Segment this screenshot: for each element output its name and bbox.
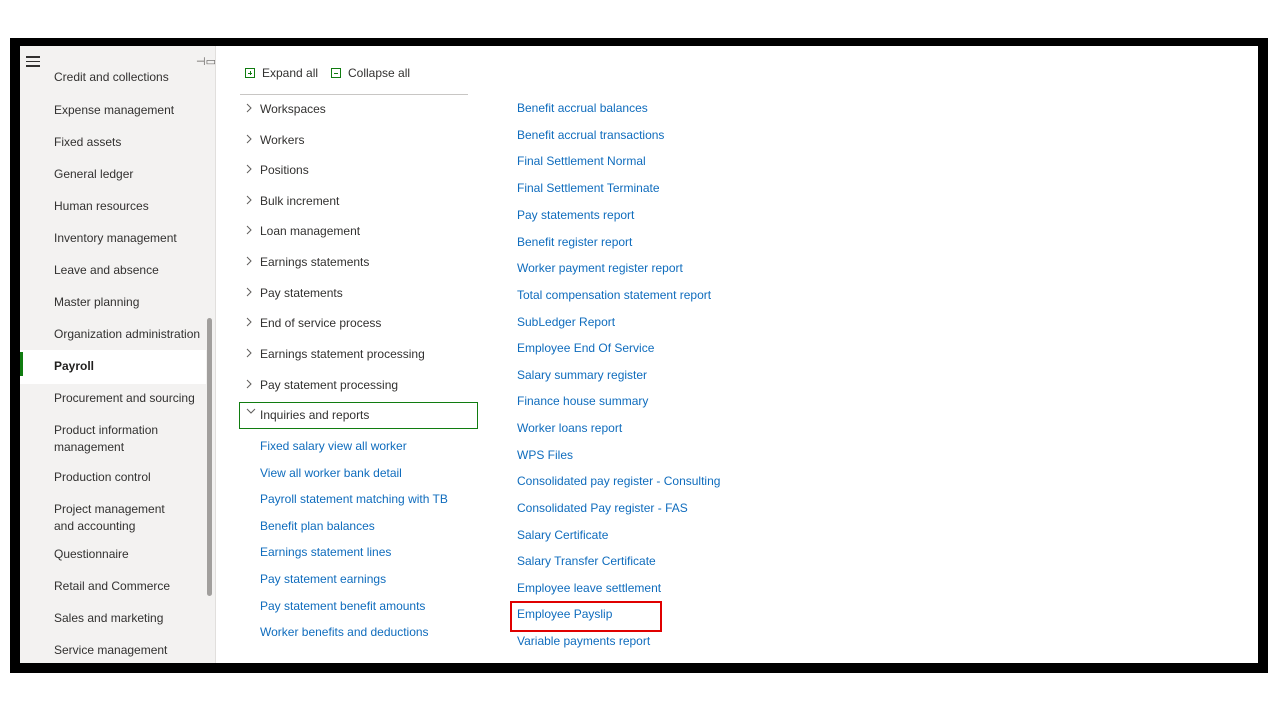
report-link[interactable]: Worker payment register report xyxy=(517,261,683,275)
report-link[interactable]: Final Settlement Normal xyxy=(517,154,646,168)
link-benefit-plan-balances[interactable]: Benefit plan balances xyxy=(260,519,375,533)
sidebar-item-expense-management[interactable]: Expense management xyxy=(54,102,204,119)
chevron-right-icon xyxy=(245,378,255,390)
tree-group-earnings-statements[interactable]: Earnings statements xyxy=(240,252,476,276)
tree-group-label: Workers xyxy=(260,133,305,147)
link-pay-statement-earnings[interactable]: Pay statement earnings xyxy=(260,572,386,586)
report-link[interactable]: Finance house summary xyxy=(517,394,648,408)
tree-group-label: Earnings statement processing xyxy=(260,347,425,361)
link-view-all-worker-bank-detail[interactable]: View all worker bank detail xyxy=(260,466,402,480)
sidebar-item-service-management[interactable]: Service management xyxy=(54,642,204,659)
tree-group-label: Bulk increment xyxy=(260,194,340,208)
chevron-down-icon xyxy=(245,407,256,419)
sidebar-item-project-management-and-accounting[interactable]: Project management and accounting xyxy=(54,501,184,535)
chevron-right-icon xyxy=(245,255,255,267)
active-item-indicator xyxy=(20,352,23,376)
chevron-right-icon xyxy=(245,286,255,298)
report-link[interactable]: Total compensation statement report xyxy=(517,288,711,302)
sidebar-item-product-information-management[interactable]: Product information management xyxy=(54,422,179,456)
app-window: ⊣▭ Credit and collections Expense manage… xyxy=(20,46,1258,663)
toolbar-divider xyxy=(240,94,468,95)
tree-group-inquiries-and-reports[interactable]: Inquiries and reports xyxy=(239,402,478,429)
sidebar-item-procurement-and-sourcing[interactable]: Procurement and sourcing xyxy=(54,390,204,407)
link-payroll-statement-matching[interactable]: Payroll statement matching with TB xyxy=(260,492,448,506)
tree-group-label: Earnings statements xyxy=(260,255,370,269)
report-link[interactable]: Benefit accrual balances xyxy=(517,101,648,115)
report-link[interactable]: Benefit register report xyxy=(517,235,632,249)
sidebar-item-credit-and-collections[interactable]: Credit and collections xyxy=(54,69,204,81)
sidebar-item-retail-and-commerce[interactable]: Retail and Commerce xyxy=(54,578,204,595)
report-link[interactable]: WPS Files xyxy=(517,448,573,462)
report-link[interactable]: Consolidated pay register - Consulting xyxy=(517,474,720,488)
tree-group-pay-statements[interactable]: Pay statements xyxy=(240,283,476,307)
tree-group-label: Pay statements xyxy=(260,286,343,300)
sidebar-item-organization-administration[interactable]: Organization administration xyxy=(54,326,204,343)
sidebar-item-fixed-assets[interactable]: Fixed assets xyxy=(54,134,204,151)
chevron-right-icon xyxy=(245,316,255,328)
expand-all-label: Expand all xyxy=(262,66,319,80)
sidebar-item-human-resources[interactable]: Human resources xyxy=(54,198,204,215)
report-link[interactable]: Final Settlement Terminate xyxy=(517,181,660,195)
report-link[interactable]: SubLedger Report xyxy=(517,315,615,329)
tree-group-label: Workspaces xyxy=(260,102,326,116)
report-link[interactable]: Employee End Of Service xyxy=(517,341,654,355)
sidebar-scrollbar[interactable] xyxy=(207,318,212,596)
tree-group-bulk-increment[interactable]: Bulk increment xyxy=(240,191,476,215)
sidebar-item-sales-and-marketing[interactable]: Sales and marketing xyxy=(54,610,204,627)
tree-group-label: Inquiries and reports xyxy=(260,408,370,422)
report-link[interactable]: Salary Transfer Certificate xyxy=(517,554,656,568)
tree-group-positions[interactable]: Positions xyxy=(240,160,476,184)
link-earnings-statement-lines[interactable]: Earnings statement lines xyxy=(260,545,391,559)
tree-group-label: End of service process xyxy=(260,316,382,330)
sidebar-item-general-ledger[interactable]: General ledger xyxy=(54,166,204,183)
pin-icon[interactable]: ⊣▭ xyxy=(196,55,215,68)
report-link[interactable]: Worker loans report xyxy=(517,421,622,435)
chevron-right-icon xyxy=(245,347,255,359)
chevron-right-icon xyxy=(245,163,255,175)
expand-icon xyxy=(245,68,255,78)
report-link[interactable]: Consolidated Pay register - FAS xyxy=(517,501,688,515)
tree-group-end-of-service-process[interactable]: End of service process xyxy=(240,313,476,337)
hamburger-menu-icon[interactable] xyxy=(26,56,40,68)
tree-group-workers[interactable]: Workers xyxy=(240,130,476,154)
collapse-all-label: Collapse all xyxy=(348,66,411,80)
tree-group-label: Pay statement processing xyxy=(260,378,399,392)
sidebar-item-master-planning[interactable]: Master planning xyxy=(54,294,204,311)
sidebar-item-leave-and-absence[interactable]: Leave and absence xyxy=(54,262,204,279)
chevron-right-icon xyxy=(245,224,255,236)
sidebar-item-payroll[interactable]: Payroll xyxy=(54,358,204,375)
chevron-right-icon xyxy=(245,102,255,114)
sidebar-item-questionnaire[interactable]: Questionnaire xyxy=(54,546,204,563)
module-sidebar: ⊣▭ Credit and collections Expense manage… xyxy=(20,46,216,663)
tree-group-workspaces[interactable]: Workspaces xyxy=(240,99,476,123)
report-link[interactable]: Benefit accrual transactions xyxy=(517,128,664,142)
collapse-icon xyxy=(331,68,341,78)
tree-group-label: Loan management xyxy=(260,224,361,238)
report-link[interactable]: Salary summary register xyxy=(517,368,647,382)
report-link[interactable]: Employee leave settlement xyxy=(517,581,661,595)
report-link[interactable]: Salary Certificate xyxy=(517,528,608,542)
chevron-right-icon xyxy=(245,133,255,145)
link-pay-statement-benefit-amounts[interactable]: Pay statement benefit amounts xyxy=(260,599,425,613)
link-fixed-salary-view-all-worker[interactable]: Fixed salary view all worker xyxy=(260,439,407,453)
sidebar-item-production-control[interactable]: Production control xyxy=(54,469,204,486)
tree-group-earnings-statement-processing[interactable]: Earnings statement processing xyxy=(240,344,476,368)
link-worker-benefits-and-deductions[interactable]: Worker benefits and deductions xyxy=(260,625,429,639)
highlight-box xyxy=(510,601,662,632)
tree-group-label: Positions xyxy=(260,163,309,177)
report-link[interactable]: Variable payments report xyxy=(517,634,650,648)
sidebar-item-inventory-management[interactable]: Inventory management xyxy=(54,230,204,247)
chevron-right-icon xyxy=(245,194,255,206)
tree-group-pay-statement-processing[interactable]: Pay statement processing xyxy=(240,375,476,399)
tree-group-loan-management[interactable]: Loan management xyxy=(240,221,476,245)
report-link[interactable]: Pay statements report xyxy=(517,208,634,222)
